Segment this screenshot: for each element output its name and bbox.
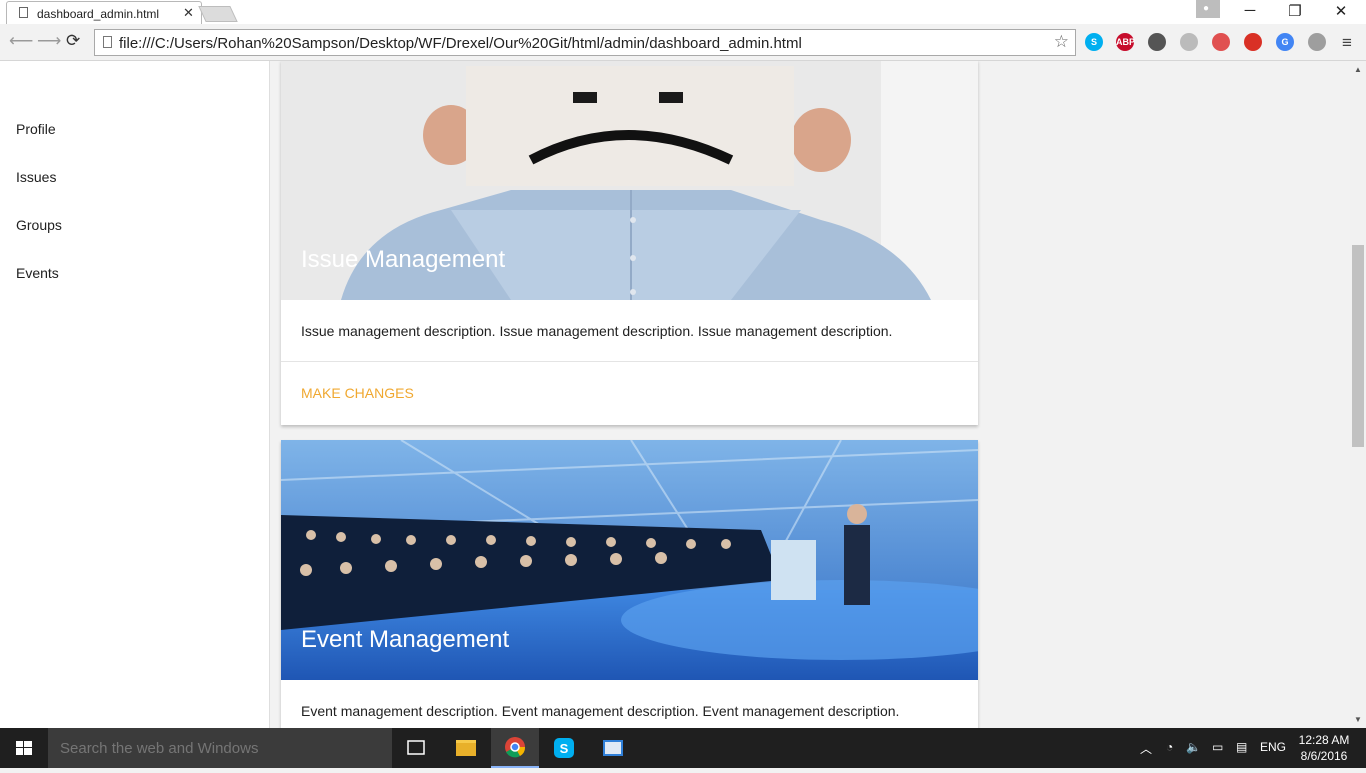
notifications-icon[interactable]: ▤ [1236, 740, 1247, 754]
taskbar-search[interactable] [48, 728, 392, 768]
scrollbar-thumb[interactable] [1352, 245, 1364, 447]
app-taskbar-button[interactable] [589, 728, 637, 768]
skype-icon: S [554, 738, 574, 758]
clock-date: 8/6/2016 [1300, 749, 1348, 763]
back-arrow-icon[interactable]: ⟵ [9, 31, 33, 51]
scroll-up-arrow-icon[interactable]: ▲ [1354, 65, 1362, 74]
sidebar-item-issues[interactable]: Issues [16, 169, 56, 185]
svg-text:S: S [560, 741, 569, 756]
browser-tab[interactable]: dashboard_admin.html ✕ [6, 1, 202, 24]
restore-button[interactable]: ❐ [1272, 2, 1318, 20]
chrome-icon [505, 737, 526, 758]
target-extension-icon[interactable] [1244, 33, 1262, 51]
skype-taskbar-button[interactable]: S [540, 728, 588, 768]
card-title: Event Management [301, 626, 510, 653]
chevron-up-icon[interactable]: ︿ [1140, 740, 1152, 757]
page-icon [103, 36, 112, 48]
event-management-card: Event Management Event management descri… [281, 440, 978, 728]
scroll-down-arrow-icon[interactable]: ▼ [1354, 715, 1362, 724]
task-view-icon [407, 740, 425, 755]
close-window-button[interactable]: ✕ [1318, 2, 1364, 20]
page-viewport: Profile Issues Groups Events Issue Manag… [0, 61, 1350, 728]
event-management-image: Event Management [281, 440, 978, 680]
taskbar-search-input[interactable] [60, 738, 380, 758]
google-translate-icon[interactable]: G [1276, 33, 1294, 51]
bookmark-star-icon[interactable]: ☆ [1054, 32, 1069, 52]
skype-icon[interactable]: S [1085, 33, 1103, 51]
page-scrollbar[interactable]: ▲ ▼ [1350, 61, 1366, 728]
refresh-extension-icon[interactable] [1180, 33, 1198, 51]
wifi-icon[interactable]: ◔ [1166, 740, 1173, 754]
issue-management-card: Issue Management Issue management descri… [281, 61, 978, 425]
lightbulb-icon[interactable] [1148, 33, 1166, 51]
window-app-icon [603, 740, 623, 756]
adblock-plus-icon[interactable]: ABP [1116, 33, 1135, 51]
make-changes-link[interactable]: MAKE CHANGES [281, 362, 978, 425]
url-input[interactable] [119, 33, 1039, 53]
card-description: Issue management description. Issue mana… [281, 300, 978, 362]
address-bar[interactable]: ☆ [94, 29, 1076, 56]
card-title: Issue Management [301, 246, 506, 273]
sidebar-item-events[interactable]: Events [16, 265, 59, 281]
browser-tab-strip: dashboard_admin.html ✕ ● ─ ❐ ✕ [0, 0, 1366, 24]
windows-taskbar: S ︿ ◔ 🔈 ▭ ▤ ENG 12:28 AM 8/6/2016 [0, 728, 1366, 768]
tab-title: dashboard_admin.html [37, 7, 160, 21]
volume-icon[interactable]: 🔈 [1186, 740, 1201, 754]
folder-icon [456, 740, 476, 756]
reload-icon[interactable]: ⟳ [66, 31, 80, 51]
battery-icon[interactable]: ▭ [1212, 740, 1223, 754]
www-extension-icon[interactable] [1308, 33, 1326, 51]
sidebar: Profile Issues Groups Events [0, 61, 270, 728]
minimize-button[interactable]: ─ [1227, 2, 1273, 19]
forward-arrow-icon[interactable]: ⟶ [37, 31, 61, 51]
language-indicator[interactable]: ENG [1260, 740, 1286, 754]
page-favicon-icon [19, 7, 28, 18]
sidebar-item-groups[interactable]: Groups [16, 217, 62, 233]
sidebar-item-profile[interactable]: Profile [16, 121, 56, 137]
close-tab-icon[interactable]: ✕ [183, 5, 194, 21]
chrome-menu-icon[interactable]: ≡ [1342, 33, 1352, 53]
start-button[interactable] [0, 728, 48, 768]
person-icon: ● [1203, 3, 1210, 14]
clock[interactable]: 12:28 AM 8/6/2016 [1290, 732, 1358, 764]
chrome-taskbar-button[interactable] [491, 728, 539, 768]
browser-toolbar: ⟵ ⟶ ⟳ ☆ S ABP G ≡ [0, 24, 1366, 61]
issue-management-image: Issue Management [281, 61, 978, 300]
new-tab-button[interactable] [198, 6, 238, 22]
clock-time: 12:28 AM [1298, 733, 1350, 747]
windows-logo-icon [16, 741, 32, 755]
profile-button[interactable]: ● [1196, 0, 1220, 18]
card-description: Event management description. Event mana… [281, 680, 978, 728]
file-explorer-button[interactable] [442, 728, 490, 768]
blocked-extension-icon[interactable] [1212, 33, 1230, 51]
task-view-button[interactable] [392, 728, 440, 768]
